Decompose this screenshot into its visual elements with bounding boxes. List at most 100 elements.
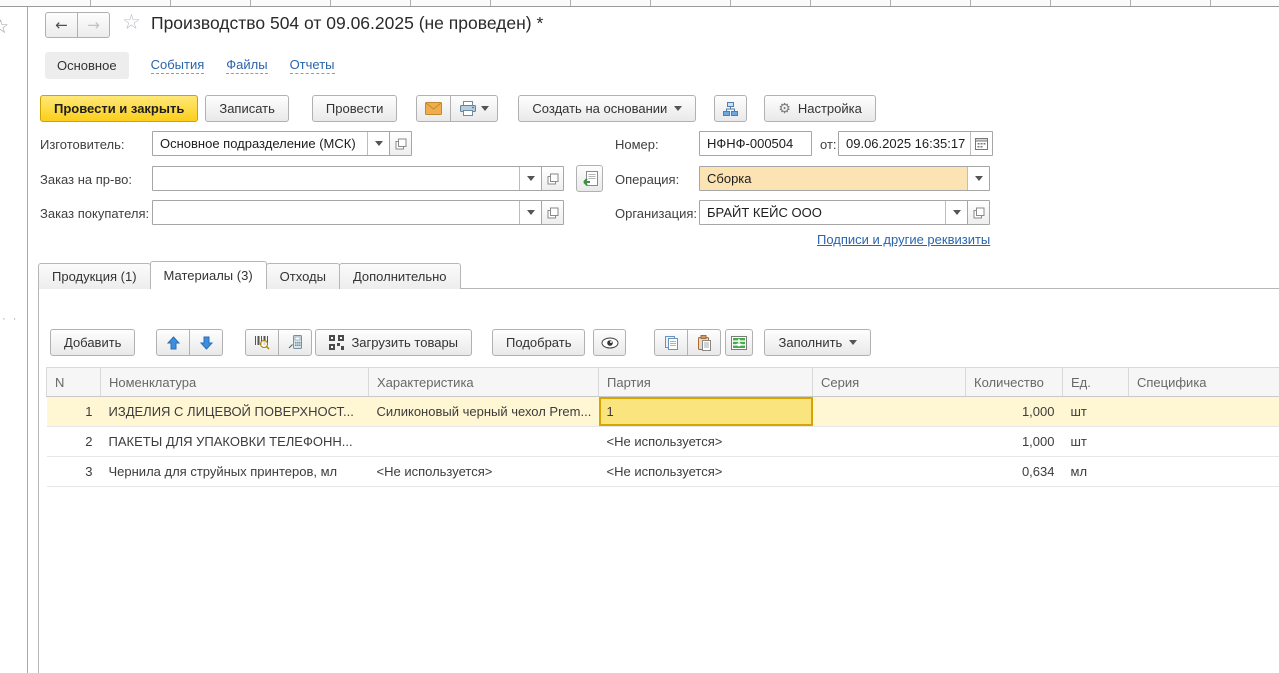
print-button[interactable]	[450, 95, 498, 122]
col-n: N	[47, 368, 101, 397]
view-mode-button[interactable]	[593, 329, 626, 356]
cell-n[interactable]: 2	[47, 427, 101, 457]
production-order-field[interactable]	[152, 166, 542, 191]
clipboard-group	[654, 329, 721, 356]
paste-rows-button[interactable]	[687, 329, 721, 356]
cell-specification[interactable]	[1129, 427, 1279, 457]
open-icon	[395, 138, 407, 150]
move-row-up-button[interactable]	[156, 329, 190, 356]
fill-table-button[interactable]	[725, 329, 753, 356]
cell-unit[interactable]: шт	[1063, 427, 1129, 457]
dropdown-caret-icon	[953, 210, 961, 215]
customer-order-value	[153, 201, 519, 224]
production-order-dropdown[interactable]	[519, 167, 541, 190]
load-goods-button[interactable]: Загрузить товары	[315, 329, 472, 356]
save-button[interactable]: Записать	[205, 95, 289, 122]
cell-nomenclature[interactable]: ИЗДЕЛИЯ С ЛИЦЕВОЙ ПОВЕРХНОСТ...	[101, 397, 369, 427]
organization-value: БРАЙТ КЕЙС ООО	[700, 201, 945, 224]
table-row[interactable]: 1 ИЗДЕЛИЯ С ЛИЦЕВОЙ ПОВЕРХНОСТ... Силико…	[47, 397, 1279, 427]
manufacturer-dropdown[interactable]	[367, 132, 389, 155]
cell-characteristic[interactable]: <Не используется>	[369, 457, 599, 487]
number-field[interactable]: НФНФ-000504	[699, 131, 812, 156]
document-structure-icon	[722, 101, 739, 117]
cell-n[interactable]: 1	[47, 397, 101, 427]
manufacturer-open-button[interactable]	[389, 131, 412, 156]
cell-batch-selected[interactable]: 1	[599, 397, 813, 427]
organization-field[interactable]: БРАЙТ КЕЙС ООО	[699, 200, 968, 225]
pick-button[interactable]: Подобрать	[492, 329, 585, 356]
arrow-up-icon	[167, 336, 180, 350]
customer-order-open-button[interactable]	[541, 200, 564, 225]
back-button[interactable]: ←	[45, 12, 78, 38]
nav-item-events[interactable]: События	[151, 57, 205, 74]
cell-batch[interactable]: <Не используется>	[599, 427, 813, 457]
forward-button[interactable]: →	[77, 12, 110, 38]
cell-n[interactable]: 3	[47, 457, 101, 487]
tab-materials[interactable]: Материалы (3)	[150, 261, 267, 289]
tab-products[interactable]: Продукция (1)	[38, 263, 151, 289]
production-order-value	[153, 167, 519, 190]
move-row-down-button[interactable]	[189, 329, 223, 356]
cell-nomenclature[interactable]: ПАКЕТЫ ДЛЯ УПАКОВКИ ТЕЛЕФОНН...	[101, 427, 369, 457]
dropdown-caret-icon	[527, 210, 535, 215]
post-and-close-button[interactable]: Провести и закрыть	[40, 95, 198, 122]
background-grid-strip	[0, 0, 1279, 7]
nav-item-reports[interactable]: Отчеты	[290, 57, 335, 74]
dropdown-caret-icon	[527, 176, 535, 181]
col-quantity: Количество	[966, 368, 1063, 397]
operation-dropdown[interactable]	[967, 167, 989, 190]
related-documents-button[interactable]	[714, 95, 747, 122]
add-row-button[interactable]: Добавить	[50, 329, 135, 356]
cell-unit[interactable]: шт	[1063, 397, 1129, 427]
open-icon	[547, 173, 559, 185]
cell-quantity[interactable]: 0,634	[966, 457, 1063, 487]
cell-quantity[interactable]: 1,000	[966, 397, 1063, 427]
date-picker-button[interactable]	[970, 132, 992, 155]
section-navbar: Основное События Файлы Отчеты	[45, 51, 335, 79]
data-terminal-button[interactable]	[278, 329, 312, 356]
cell-series[interactable]	[813, 457, 966, 487]
create-based-on-label: Создать на основании	[532, 101, 667, 116]
envelope-icon	[425, 102, 442, 115]
barcode-search-button[interactable]	[245, 329, 279, 356]
organization-open-button[interactable]	[967, 200, 990, 225]
eye-icon	[601, 337, 619, 349]
dropdown-caret-icon	[849, 340, 857, 345]
customer-order-field[interactable]	[152, 200, 542, 225]
customer-order-dropdown[interactable]	[519, 201, 541, 224]
fill-from-order-button[interactable]	[576, 165, 603, 192]
copy-rows-button[interactable]	[654, 329, 688, 356]
nav-item-files[interactable]: Файлы	[226, 57, 267, 74]
cell-series[interactable]	[813, 427, 966, 457]
cell-specification[interactable]	[1129, 397, 1279, 427]
cell-batch[interactable]: <Не используется>	[599, 457, 813, 487]
signatures-link[interactable]: Подписи и другие реквизиты	[817, 232, 990, 247]
production-order-open-button[interactable]	[541, 166, 564, 191]
table-row[interactable]: 2 ПАКЕТЫ ДЛЯ УПАКОВКИ ТЕЛЕФОНН... <Не ис…	[47, 427, 1279, 457]
number-value: НФНФ-000504	[700, 132, 811, 155]
send-email-button[interactable]	[416, 95, 451, 122]
tab-additional[interactable]: Дополнительно	[339, 263, 461, 289]
cell-characteristic[interactable]	[369, 427, 599, 457]
operation-field[interactable]: Сборка	[699, 166, 990, 191]
cell-specification[interactable]	[1129, 457, 1279, 487]
date-field[interactable]: 09.06.2025 16:35:17	[838, 131, 993, 156]
organization-dropdown[interactable]	[945, 201, 967, 224]
date-label: от:	[820, 137, 837, 152]
open-icon	[547, 207, 559, 219]
favorite-star-icon[interactable]: ☆	[122, 10, 141, 34]
fill-menu-button[interactable]: Заполнить	[764, 329, 871, 356]
cell-characteristic[interactable]: Силиконовый черный чехол Prem...	[369, 397, 599, 427]
create-based-on-button[interactable]: Создать на основании	[518, 95, 696, 122]
table-row[interactable]: 3 Чернила для струйных принтеров, мл <Не…	[47, 457, 1279, 487]
manufacturer-field[interactable]: Основное подразделение (МСК)	[152, 131, 390, 156]
cell-series[interactable]	[813, 397, 966, 427]
cell-quantity[interactable]: 1,000	[966, 427, 1063, 457]
cell-nomenclature[interactable]: Чернила для струйных принтеров, мл	[101, 457, 369, 487]
dropdown-caret-icon	[674, 106, 682, 111]
tab-waste[interactable]: Отходы	[266, 263, 340, 289]
nav-item-main[interactable]: Основное	[45, 52, 129, 79]
post-button[interactable]: Провести	[312, 95, 398, 122]
settings-button[interactable]: ⚙ Настройка	[764, 95, 876, 122]
cell-unit[interactable]: мл	[1063, 457, 1129, 487]
